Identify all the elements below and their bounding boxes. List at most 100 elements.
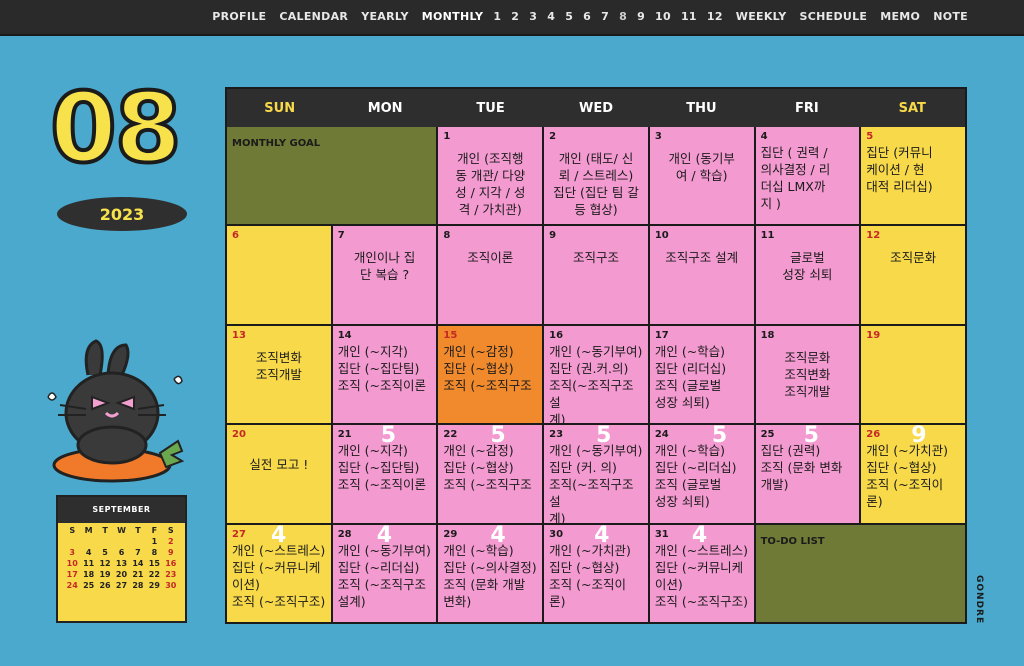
day-cell-28[interactable]: 28 4 개인 (~동기부여) 집단 (~리더십) 조직 (~조직구조 설계) bbox=[332, 524, 437, 622]
day-cell-10[interactable]: 10 조직구조 설계 bbox=[649, 226, 754, 324]
day-note: 개인 (~감정) 집단 (~협상) 조직 (~조직구조 bbox=[443, 443, 532, 493]
monthly-goal-box[interactable]: MONTHLY GOAL bbox=[227, 127, 437, 225]
day-cell-11[interactable]: 11 글로벌 성장 쇠퇴 bbox=[755, 226, 860, 324]
mini-day: 14 bbox=[132, 559, 144, 568]
day-cell-27[interactable]: 27 4 개인 (~스트레스) 집단 (~커뮤니케 이션) 조직 (~조직구조) bbox=[227, 524, 331, 622]
mini-day: 26 bbox=[99, 581, 111, 590]
day-cell-8[interactable]: 8 조직이론 bbox=[438, 226, 543, 324]
day-number: 12 bbox=[866, 230, 881, 242]
day-cell-17[interactable]: 17 개인 (~학습) 집단 (리더십) 조직 (글로벌 성장 쇠퇴) bbox=[649, 325, 754, 424]
weekday-tue: TUE bbox=[476, 100, 505, 116]
day-cell-31[interactable]: 31 4 개인 (~스트레스) 집단 (~커뮤니케 이션) 조직 (~조직구조) bbox=[649, 524, 754, 622]
nav-month-1[interactable]: 1 bbox=[493, 10, 501, 23]
handwritten-mark: 4 bbox=[376, 524, 393, 548]
weekday-sat: SAT bbox=[898, 100, 926, 116]
mini-day: 11 bbox=[83, 559, 95, 568]
day-cell-20[interactable]: 20 실전 모고 ! bbox=[227, 425, 331, 523]
mini-day: 23 bbox=[165, 570, 177, 579]
day-cell-21[interactable]: 21 5 개인 (~지각) 집단 (~집단팀) 조직 (~조직이론 bbox=[332, 425, 437, 523]
nav-weekly[interactable]: WEEKLY bbox=[736, 10, 787, 23]
brand-label: GONDRE bbox=[974, 575, 984, 625]
nav-month-3[interactable]: 3 bbox=[529, 10, 537, 23]
day-number: 8 bbox=[443, 230, 451, 242]
handwritten-mark: 4 bbox=[490, 524, 506, 548]
mini-day: 13 bbox=[115, 559, 128, 568]
day-cell-29[interactable]: 29 4 개인 (~학습) 집단 (~의사결정) 조직 (문화 개발 변화) bbox=[438, 524, 543, 622]
nav-note[interactable]: NOTE bbox=[933, 10, 968, 23]
day-cell-23[interactable]: 23 5 개인 (~동기부여) 집단 (커. 의) 조직(~조직구조설 계) bbox=[544, 425, 648, 523]
day-note: 개인 (~지각) 집단 (~집단팀) 조직 (~조직이론 bbox=[337, 343, 427, 393]
day-note: 개인 (조직행 동 개관/ 다양 성 / 지각 / 성 격 / 가치관) bbox=[455, 151, 526, 217]
day-cell-4[interactable]: 4 집단 ( 권력 / 의사결정 / 리 더십 LMX까 지 ) bbox=[755, 127, 860, 225]
day-number: 3 bbox=[654, 131, 662, 142]
day-cell-9[interactable]: 9 조직구조 bbox=[544, 226, 648, 324]
nav-month-9[interactable]: 9 bbox=[637, 10, 645, 23]
nav-month-10[interactable]: 10 bbox=[655, 10, 671, 23]
day-cell-18[interactable]: 18 조직문화 조직변화 조직개발 bbox=[755, 325, 860, 424]
day-cell-2[interactable]: 2 개인 (태도/ 신 뢰 / 스트레스) 집단 (집단 팀 갈 등 협상) bbox=[544, 127, 648, 225]
day-number: 2 bbox=[549, 131, 557, 142]
nav-month-8[interactable]: 8 bbox=[619, 10, 627, 23]
mini-day bbox=[97, 537, 113, 546]
nav-month-11[interactable]: 11 bbox=[681, 10, 697, 23]
day-cell-1[interactable]: 1 개인 (조직행 동 개관/ 다양 성 / 지각 / 성 격 / 가치관) bbox=[438, 127, 543, 225]
day-cell-13[interactable]: 13 조직변화 조직개발 bbox=[227, 325, 331, 424]
day-number: 7 bbox=[337, 230, 345, 242]
day-number: 10 bbox=[654, 230, 669, 242]
day-number: 16 bbox=[549, 329, 564, 341]
day-cell-6[interactable]: 6 bbox=[227, 226, 331, 324]
mini-day: 10 bbox=[66, 559, 78, 568]
day-note: 개인 (~스트레스) 집단 (~커뮤니케 이션) 조직 (~조직구조) bbox=[654, 542, 749, 609]
day-cell-3[interactable]: 3 개인 (동기부 여 / 학습) bbox=[649, 127, 754, 225]
nav-month-6[interactable]: 6 bbox=[583, 10, 591, 23]
day-note: 조직구조 설계 bbox=[665, 250, 739, 266]
day-cell-25[interactable]: 25 5 집단 (권력) 조직 (문화 변화 개발) bbox=[755, 425, 860, 523]
nav-month-7[interactable]: 7 bbox=[601, 10, 609, 23]
day-cell-5[interactable]: 5 집단 (커뮤니 케이션 / 현 대적 리더십) bbox=[861, 127, 965, 225]
nav-month-5[interactable]: 5 bbox=[565, 10, 573, 23]
day-note: 실전 모고 ! bbox=[249, 457, 309, 473]
mini-dow: M bbox=[84, 526, 93, 535]
nav-month-2[interactable]: 2 bbox=[511, 10, 519, 23]
day-note: 개인 (~가치관) 집단 (~협상) 조직 (~조직이 론) bbox=[866, 443, 948, 510]
day-cell-30[interactable]: 30 4 개인 (~가치관) 집단 (~협상) 조직 (~조직이 론) bbox=[544, 524, 648, 622]
nav-monthly[interactable]: MONTHLY bbox=[422, 10, 484, 23]
day-cell-7[interactable]: 7 개인이나 집 단 복습 ? bbox=[332, 226, 437, 324]
day-number: 19 bbox=[866, 329, 881, 341]
mini-dow: W bbox=[117, 526, 126, 535]
handwritten-mark: 4 bbox=[271, 524, 287, 548]
day-cell-12[interactable]: 12 조직문화 bbox=[861, 226, 965, 324]
day-note: 개인 (~스트레스) 집단 (~커뮤니케 이션) 조직 (~조직구조) bbox=[232, 542, 326, 609]
day-cell-14[interactable]: 14 개인 (~지각) 집단 (~집단팀) 조직 (~조직이론 bbox=[332, 325, 437, 424]
day-number: 18 bbox=[760, 329, 775, 341]
day-note: 개인 (~감정) 집단 (~협상) 조직 (~조직구조 bbox=[443, 343, 532, 393]
mini-day: 27 bbox=[115, 581, 128, 590]
day-cell-15[interactable]: 15 개인 (~감정) 집단 (~협상) 조직 (~조직구조 bbox=[438, 325, 543, 424]
nav-memo[interactable]: MEMO bbox=[880, 10, 920, 23]
day-cell-19[interactable]: 19 bbox=[861, 325, 965, 424]
calendar-grid: MONTHLY GOAL 1 개인 (조직행 동 개관/ 다양 성 / 지각 / … bbox=[227, 127, 965, 622]
nav-yearly[interactable]: YEARLY bbox=[361, 10, 409, 23]
day-cell-16[interactable]: 16 개인 (~동기부여) 집단 (권.커.의) 조직(~조직구조설 계) bbox=[544, 325, 648, 424]
bunny-mascot-icon bbox=[47, 339, 185, 483]
day-cell-22[interactable]: 22 5 개인 (~감정) 집단 (~협상) 조직 (~조직구조 bbox=[438, 425, 543, 523]
mini-day: 12 bbox=[99, 559, 111, 568]
day-number: 24 bbox=[654, 429, 669, 441]
day-note: 개인 (~동기부여) 집단 (권.커.의) 조직(~조직구조설 계) bbox=[549, 343, 643, 424]
nav-month-12[interactable]: 12 bbox=[707, 10, 723, 23]
nav-profile[interactable]: PROFILE bbox=[212, 10, 266, 23]
nav-month-4[interactable]: 4 bbox=[547, 10, 555, 23]
mini-calendar-title: SEPTEMBER bbox=[58, 497, 185, 523]
top-nav-bar: PROFILE CALENDAR YEARLY MONTHLY 1 2 3 4 … bbox=[0, 0, 1024, 36]
mini-day: 20 bbox=[115, 570, 128, 579]
year-badge: 2023 bbox=[57, 197, 187, 231]
mini-day bbox=[80, 537, 96, 546]
day-cell-26[interactable]: 26 9 개인 (~가치관) 집단 (~협상) 조직 (~조직이 론) bbox=[861, 425, 965, 523]
day-cell-24[interactable]: 24 5 개인 (~학습) 집단 (~리더십) 조직 (글로벌 성장 쇠퇴) bbox=[649, 425, 754, 523]
nav-schedule[interactable]: SCHEDULE bbox=[800, 10, 868, 23]
nav-calendar[interactable]: CALENDAR bbox=[279, 10, 348, 23]
mini-day: 28 bbox=[132, 581, 144, 590]
day-note: 개인 (태도/ 신 뢰 / 스트레스) 집단 (집단 팀 갈 등 협상) bbox=[553, 151, 639, 217]
todo-list-box[interactable]: TO-DO LIST bbox=[755, 524, 965, 622]
handwritten-mark: 5 bbox=[380, 425, 397, 449]
